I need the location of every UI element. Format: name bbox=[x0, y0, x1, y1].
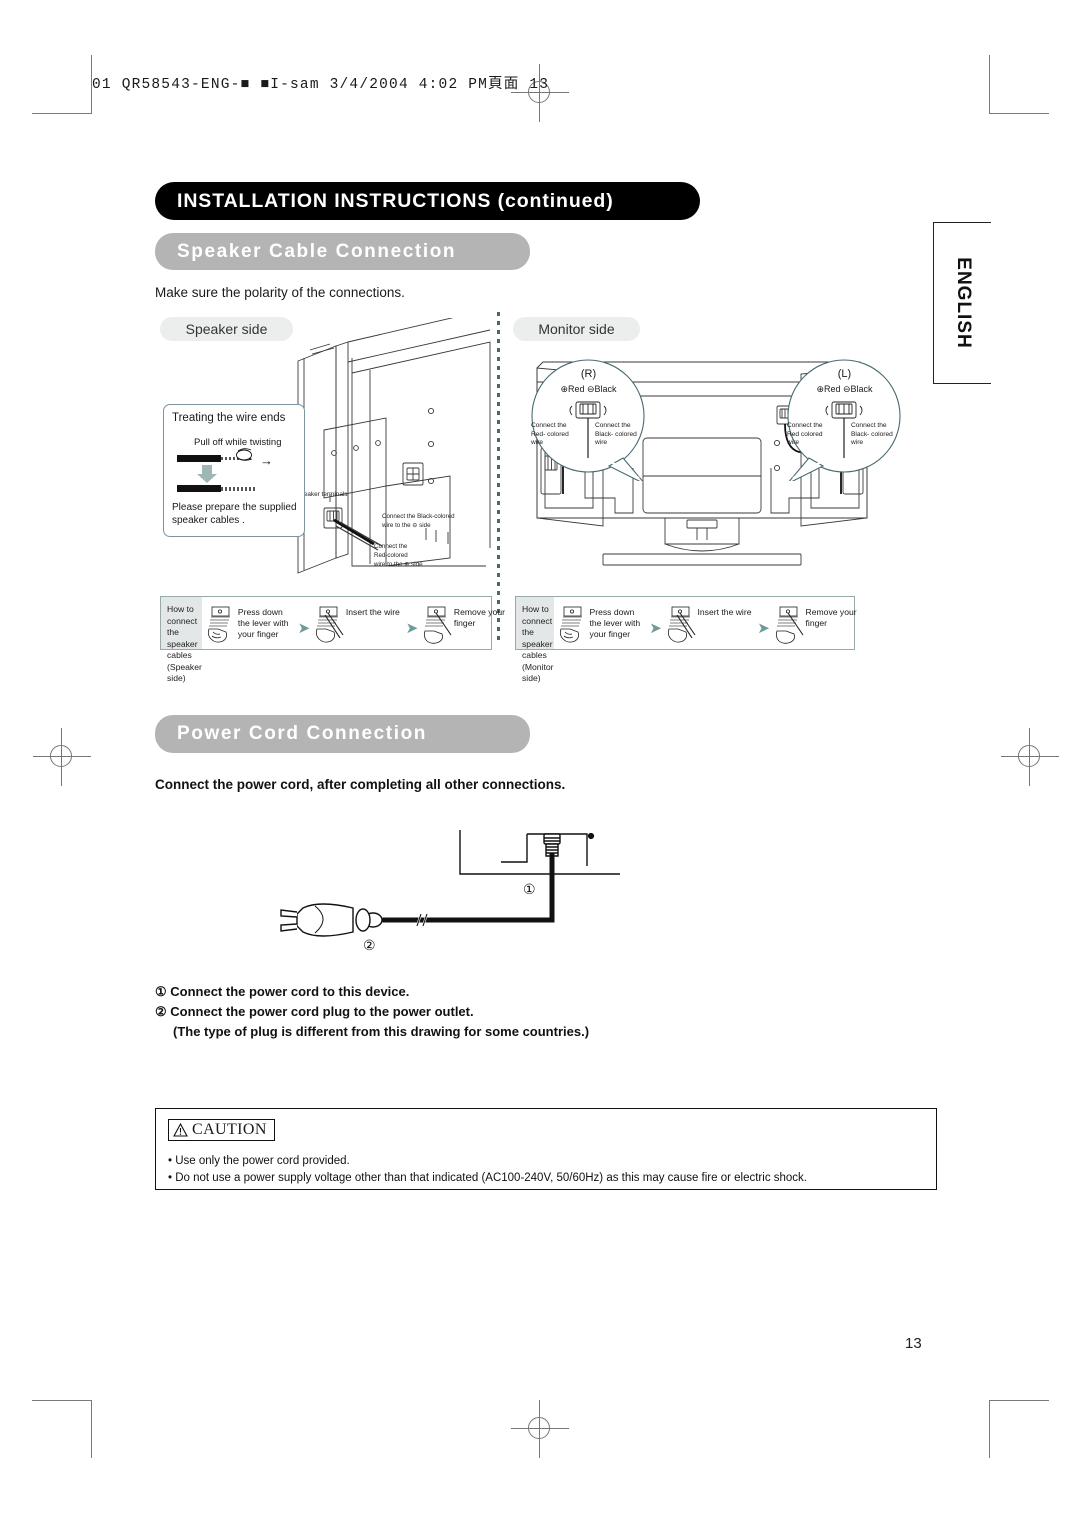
down-arrow-icon bbox=[197, 465, 217, 483]
howto-speaker-step-2: Insert the wire bbox=[314, 602, 402, 645]
callout-right-red-text: Connect the Red- colored wire bbox=[531, 422, 569, 447]
howto-monitor-step-1-text: Press down the lever with your finger bbox=[589, 606, 641, 639]
hand-insert-wire-icon bbox=[315, 606, 344, 643]
howto-monitor-step-1: Press down the lever with your finger bbox=[558, 602, 646, 645]
hand-remove-finger-icon bbox=[423, 606, 452, 644]
power-cord-step-note: (The type of plug is different from this… bbox=[173, 1024, 590, 1039]
wire-illustration-bottom-strands bbox=[221, 487, 257, 491]
howto-monitor-label: How to connect the speaker cables (Monit… bbox=[516, 597, 554, 683]
howto-speaker-step-2-text: Insert the wire bbox=[345, 606, 400, 617]
page-content: INSTALLATION INSTRUCTIONS (continued) Sp… bbox=[0, 0, 1080, 1528]
howto-speaker-step-1-text: Press down the lever with your finger bbox=[237, 606, 289, 639]
howto-connect-speaker-side: How to connect the speaker cables (Speak… bbox=[160, 596, 505, 683]
callout-right-black-text: Connect the Black- colored wire bbox=[595, 422, 637, 447]
callout-right-channel-label: (R) bbox=[580, 368, 597, 380]
power-cord-steps: ① Connect the power cord to this device.… bbox=[155, 982, 589, 1042]
hand-press-lever-icon bbox=[559, 606, 582, 643]
power-cord-illustration: ② ① bbox=[280, 830, 620, 953]
howto-speaker-label: How to connect the speaker cables (Speak… bbox=[161, 597, 202, 683]
step-arrow-icon-1: ➤ bbox=[297, 620, 311, 637]
svg-text:Connect the: Connect the bbox=[374, 543, 408, 550]
caution-lines: • Use only the power cord provided. • Do… bbox=[168, 1153, 926, 1187]
pull-direction-arrow-icon: → bbox=[260, 453, 273, 468]
treating-wire-ends-title: Treating the wire ends bbox=[172, 412, 286, 424]
label-speaker-side: Speaker side bbox=[160, 317, 293, 341]
speaker-side-illustration: Speaker terminals Connect the Black-colo… bbox=[296, 318, 491, 574]
howto-speaker-step-3-text: Remove your finger bbox=[453, 606, 505, 628]
svg-text:Red-colored: Red-colored bbox=[374, 552, 408, 559]
callout-right-polarity: ⊕Red ⊖Black bbox=[560, 384, 617, 394]
label-monitor-side-text: Monitor side bbox=[538, 321, 615, 337]
caution-tag-label: CAUTION bbox=[192, 1121, 267, 1138]
power-cord-step-2: ② Connect the power cord plug to the pow… bbox=[155, 1004, 474, 1019]
hand-insert-wire-icon bbox=[667, 606, 695, 643]
speaker-lead-text: Make sure the polarity of the connection… bbox=[155, 285, 405, 300]
hand-remove-finger-icon bbox=[775, 606, 803, 644]
callout-right-channel: (R) ⊕Red ⊖Black Connect the Red- colored… bbox=[527, 358, 650, 481]
howto-monitor-step-2-text: Insert the wire bbox=[697, 606, 752, 617]
section-header-speaker-cable-label: Speaker Cable Connection bbox=[177, 240, 457, 262]
caution-line-1: • Use only the power cord provided. bbox=[168, 1155, 350, 1167]
page-title-bar: INSTALLATION INSTRUCTIONS (continued) bbox=[155, 182, 700, 220]
callout-left-black-text: Connect the Black- colored wire bbox=[851, 422, 893, 447]
callout-left-polarity: ⊕Red ⊖Black bbox=[816, 384, 873, 394]
language-tab-english-label: ENGLISH bbox=[952, 257, 974, 349]
label-monitor-side: Monitor side bbox=[513, 317, 640, 341]
caution-line-2: • Do not use a power supply voltage othe… bbox=[168, 1172, 808, 1184]
power-cord-marker-one: ① bbox=[523, 881, 536, 897]
caution-box: CAUTION • Use only the power cord provid… bbox=[155, 1108, 937, 1190]
section-header-speaker-cable: Speaker Cable Connection bbox=[155, 233, 530, 270]
caution-tag: CAUTION bbox=[168, 1119, 275, 1141]
wire-illustration-bottom-jacket bbox=[177, 485, 221, 492]
howto-monitor-step-3: Remove your finger bbox=[774, 602, 862, 645]
section-header-power-cord: Power Cord Connection bbox=[155, 715, 530, 753]
step-arrow-icon-2: ➤ bbox=[757, 620, 770, 637]
howto-monitor-step-2: Insert the wire bbox=[666, 602, 754, 645]
page-title: INSTALLATION INSTRUCTIONS (continued) bbox=[177, 189, 614, 212]
step-arrow-icon-2: ➤ bbox=[405, 620, 419, 637]
warning-triangle-icon bbox=[173, 1123, 188, 1137]
step-arrow-icon-1: ➤ bbox=[649, 620, 662, 637]
callout-left-channel-label: (L) bbox=[837, 368, 852, 380]
treating-wire-ends-box: Treating the wire ends Pull off while tw… bbox=[163, 404, 305, 537]
howto-speaker-step-1: Press down the lever with your finger bbox=[206, 602, 294, 645]
language-tab-english: ENGLISH bbox=[933, 222, 991, 384]
power-cord-marker-two: ② bbox=[363, 937, 376, 953]
svg-text:wire to the ⊕ side: wire to the ⊕ side bbox=[373, 561, 423, 568]
page-number: 13 bbox=[905, 1335, 922, 1352]
twist-hand-icon bbox=[236, 448, 253, 461]
treating-wire-ends-footer: Please prepare the supplied speaker cabl… bbox=[172, 502, 297, 526]
howto-connect-monitor-side: How to connect the speaker cables (Monit… bbox=[515, 596, 857, 683]
hand-press-lever-icon bbox=[207, 606, 230, 643]
wire-illustration-top-jacket bbox=[177, 455, 221, 462]
section-header-power-cord-label: Power Cord Connection bbox=[177, 723, 427, 744]
callout-left-red-text: Connect the Red colored wire bbox=[787, 422, 823, 447]
callout-left-channel: (L) ⊕Red ⊖Black Connect the Red colored … bbox=[783, 358, 906, 481]
power-cord-note: Connect the power cord, after completing… bbox=[155, 777, 566, 792]
svg-text:Connect the Black-colored: Connect the Black-colored bbox=[382, 513, 455, 520]
svg-text:wire to the ⊖ side: wire to the ⊖ side bbox=[381, 522, 431, 529]
power-cord-step-1: ① Connect the power cord to this device. bbox=[155, 984, 410, 999]
label-speaker-side-text: Speaker side bbox=[185, 321, 268, 337]
howto-speaker-step-3: Remove your finger bbox=[422, 602, 510, 645]
howto-monitor-step-3-text: Remove your finger bbox=[805, 606, 857, 628]
